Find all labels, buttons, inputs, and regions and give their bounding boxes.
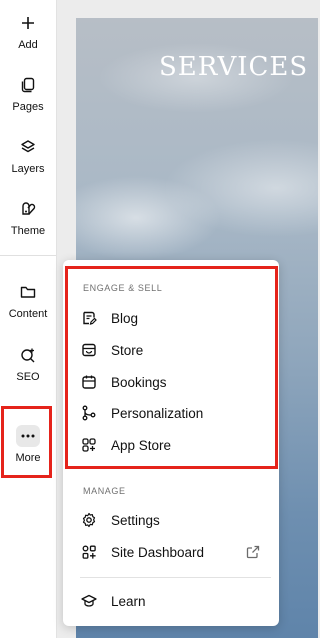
sidebar-item-seo[interactable]: SEO [0, 344, 56, 383]
page-heading: SERVICES [159, 52, 309, 82]
section-label-manage: MANAGE [83, 486, 126, 496]
sidebar-item-label: Content [8, 308, 48, 320]
sidebar-item-label: Theme [10, 225, 46, 237]
menu-divider [80, 577, 271, 578]
folder-icon [17, 281, 39, 303]
sidebar-item-add[interactable]: Add [0, 12, 56, 51]
sidebar-item-content[interactable]: Content [0, 281, 56, 320]
sidebar-item-label: Add [18, 39, 38, 51]
seo-search-icon [17, 344, 39, 366]
sidebar-item-theme[interactable]: Theme [0, 198, 56, 237]
sidebar-item-label: Pages [12, 101, 44, 113]
more-highlight-box [1, 406, 52, 478]
dashboard-icon [80, 543, 98, 561]
sidebar-item-pages[interactable]: Pages [0, 74, 56, 113]
sidebar-item-label: SEO [16, 371, 40, 383]
left-toolbar: Add Pages Layers Theme Content SEO More [0, 0, 57, 638]
sidebar-item-layers[interactable]: Layers [0, 136, 56, 175]
menu-item-settings[interactable]: Settings [80, 507, 270, 533]
pages-icon [17, 74, 39, 96]
sidebar-item-label: Layers [11, 163, 45, 175]
menu-item-label: Learn [111, 593, 146, 609]
menu-item-learn[interactable]: Learn [80, 588, 270, 614]
sidebar-divider [0, 255, 56, 256]
gear-icon [80, 511, 98, 529]
plus-icon [17, 12, 39, 34]
menu-item-label: Site Dashboard [111, 544, 205, 560]
graduation-cap-icon [80, 592, 98, 610]
menu-item-label: Settings [111, 512, 160, 528]
external-link-icon[interactable] [246, 545, 260, 559]
menu-item-site-dashboard[interactable]: Site Dashboard [80, 539, 270, 565]
engage-highlight-box [65, 266, 278, 469]
theme-icon [17, 198, 39, 220]
layers-icon [17, 136, 39, 158]
